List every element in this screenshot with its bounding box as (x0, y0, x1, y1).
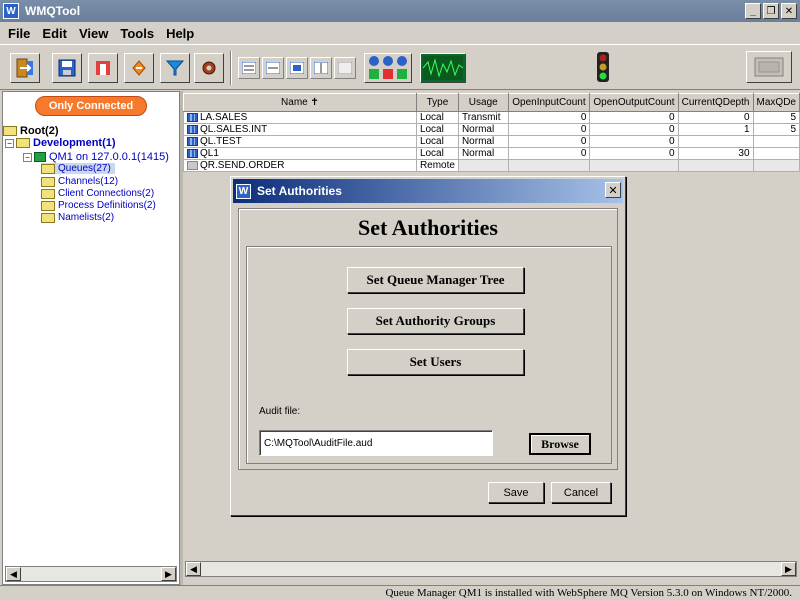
table-row[interactable]: QL1 Local Normal 0 0 30 (183, 147, 800, 160)
queue-icon (187, 136, 198, 146)
layout-1-icon[interactable] (238, 57, 260, 79)
depth-alert-cell: 384 (677, 135, 754, 148)
menu-file[interactable]: File (4, 26, 34, 41)
column-header-open-output[interactable]: OpenOutputCount (589, 93, 679, 112)
toolbar-separator (230, 51, 232, 85)
dialog-title: Set Authorities (257, 184, 342, 198)
dialog-body: Set Authorities Set Queue Manager Tree S… (238, 208, 618, 470)
scroll-left-icon[interactable]: ◀ (186, 562, 201, 576)
tree-node-queues[interactable]: Queues(27) (41, 163, 115, 174)
folder-icon (41, 212, 55, 223)
app-logo-icon: W (236, 183, 251, 199)
layout-2-icon[interactable] (262, 57, 284, 79)
queue-table: Name ✝ Type Usage OpenInputCount OpenOut… (183, 93, 800, 172)
settings-gear-icon[interactable] (194, 53, 224, 83)
tree-node-namelists[interactable]: Namelists(2) (41, 212, 114, 223)
only-connected-button[interactable]: Only Connected (35, 96, 147, 116)
table-row[interactable]: QL.SALES.INT Local Normal 0 0 1 5 (183, 123, 800, 136)
minimize-button[interactable]: _ (745, 3, 761, 19)
scroll-left-icon[interactable]: ◀ (6, 567, 21, 581)
table-row[interactable]: QR.SEND.ORDER Remote (183, 159, 800, 172)
collapse-icon[interactable]: − (23, 152, 32, 162)
restore-button[interactable]: ❐ (763, 3, 779, 19)
table-horizontal-scrollbar[interactable]: ◀ ▶ (185, 561, 797, 577)
scroll-right-icon[interactable]: ▶ (781, 562, 796, 576)
close-button[interactable]: ✕ (781, 3, 797, 19)
scroll-right-icon[interactable]: ▶ (161, 567, 176, 581)
status-bar: Queue Manager QM1 is installed with WebS… (0, 585, 800, 600)
save-icon[interactable] (52, 53, 82, 83)
table-row[interactable]: QL.TEST Local Normal 0 0 384 (183, 135, 800, 148)
save-button[interactable]: Save (488, 482, 544, 503)
dialog-close-button[interactable]: ✕ (605, 182, 621, 198)
tree-node-client-connections[interactable]: Client Connections(2) (41, 188, 154, 199)
layout-5-icon[interactable] (334, 57, 356, 79)
queue-icon (187, 124, 198, 134)
toolbar (0, 44, 800, 90)
folder-icon (3, 126, 17, 136)
console-icon[interactable] (746, 51, 792, 83)
tree-node-process-definitions[interactable]: Process Definitions(2) (41, 200, 156, 211)
column-header-type[interactable]: Type (415, 93, 459, 112)
dialog-title-bar[interactable]: W Set Authorities ✕ (233, 179, 623, 203)
table-row[interactable]: LA.SALES Local Transmit 0 0 0 5 (183, 111, 800, 124)
menu-edit[interactable]: Edit (38, 26, 71, 41)
cancel-button[interactable]: Cancel (551, 482, 611, 503)
folder-icon (41, 176, 55, 187)
set-users-button[interactable]: Set Users (347, 349, 524, 375)
folder-icon (41, 188, 55, 199)
audit-file-input[interactable] (259, 430, 493, 456)
folder-icon (41, 163, 55, 174)
queue-icon (187, 148, 198, 158)
column-header-max-depth[interactable]: MaxQDe (752, 93, 800, 112)
folder-icon (41, 200, 55, 211)
folder-icon (16, 138, 30, 148)
dialog-inner-panel: Set Queue Manager Tree Set Authority Gro… (246, 246, 612, 464)
set-queue-manager-tree-button[interactable]: Set Queue Manager Tree (347, 267, 524, 293)
traffic-light-icon (592, 51, 614, 86)
menu-tools[interactable]: Tools (116, 26, 158, 41)
queue-manager-icon (34, 152, 46, 162)
window-title: WMQTool (25, 4, 81, 18)
browse-button[interactable]: Browse (529, 433, 591, 455)
filter-icon[interactable] (160, 53, 190, 83)
tree-node-qm1[interactable]: − QM1 on 127.0.0.1(1415) (23, 151, 169, 163)
remote-queue-icon (187, 160, 198, 170)
refresh-icon[interactable] (124, 53, 154, 83)
tree-node-development[interactable]: − Development(1) (5, 137, 116, 149)
app-logo-icon: W (3, 3, 19, 19)
set-authorities-dialog: W Set Authorities ✕ Set Authorities Set … (230, 176, 626, 516)
menu-help[interactable]: Help (162, 26, 198, 41)
queue-icon (187, 112, 198, 122)
activity-monitor-icon[interactable] (420, 53, 466, 83)
status-lights-icon[interactable] (364, 53, 412, 83)
add-queue-icon[interactable] (88, 53, 118, 83)
column-header-name[interactable]: Name ✝ (183, 93, 417, 112)
layout-4-icon[interactable] (310, 57, 332, 79)
tree-node-root[interactable]: Root(2) (3, 125, 59, 137)
layout-3-icon[interactable] (286, 57, 308, 79)
tree-horizontal-scrollbar[interactable]: ◀ ▶ (5, 566, 177, 582)
column-header-open-input[interactable]: OpenInputCount (507, 93, 591, 112)
set-authority-groups-button[interactable]: Set Authority Groups (347, 308, 524, 334)
collapse-icon[interactable]: − (5, 138, 14, 148)
title-bar: W WMQTool _ ❐ ✕ (0, 0, 800, 22)
dialog-heading: Set Authorities (358, 215, 498, 240)
column-header-usage[interactable]: Usage (457, 93, 509, 112)
column-header-current-depth[interactable]: CurrentQDepth (677, 93, 754, 112)
tree-node-channels[interactable]: Channels(12) (41, 176, 118, 187)
exit-icon[interactable] (10, 53, 40, 83)
menu-bar: File Edit View Tools Help (0, 22, 800, 44)
tree-panel: Only Connected Root(2) − Development(1) … (2, 91, 180, 585)
menu-view[interactable]: View (75, 26, 112, 41)
audit-file-label: Audit file: (259, 406, 301, 417)
